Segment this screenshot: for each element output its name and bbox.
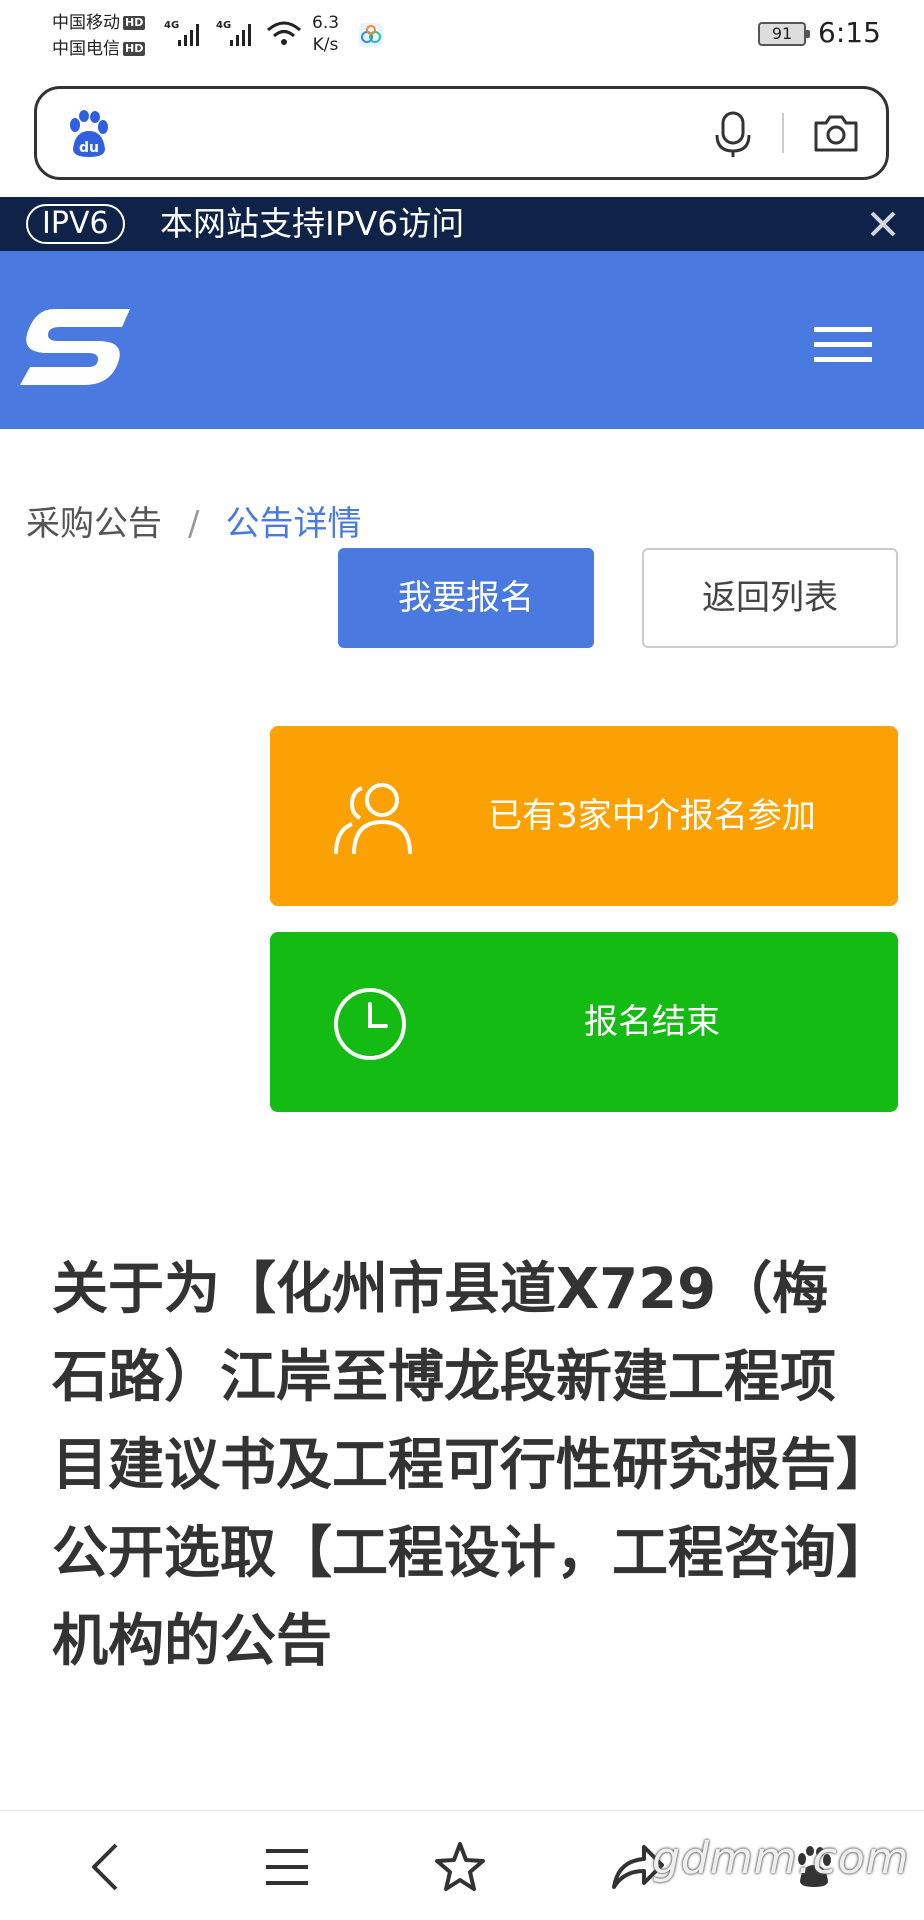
search-divider: [782, 113, 784, 153]
breadcrumb: 采购公告 / 公告详情: [26, 496, 361, 552]
status-bar: 中国移动 HD 中国电信 HD 4G 4G 6.3 K/s 91 6:15: [0, 0, 924, 74]
ipv6-badge: IPV6: [26, 204, 125, 244]
network-type-1: 4G: [164, 20, 179, 31]
clock-icon: [334, 988, 406, 1060]
breadcrumb-item-procurement[interactable]: 采购公告: [26, 504, 162, 544]
carrier-1: 中国移动: [52, 13, 120, 33]
search-bar[interactable]: du: [34, 86, 889, 180]
carrier-2: 中国电信: [52, 39, 120, 59]
microphone-icon[interactable]: [713, 111, 753, 159]
network-speed: 6.3 K/s: [312, 12, 339, 56]
signal-icon: 4G: [216, 20, 251, 46]
battery-indicator: 91: [758, 22, 810, 46]
registration-status-text: 报名结束: [584, 1002, 720, 1042]
network-type-2: 4G: [216, 20, 231, 31]
bottom-navigation: gdmm.com: [0, 1810, 924, 1920]
carrier-info: 中国移动 HD 中国电信 HD: [52, 10, 146, 62]
close-icon[interactable]: [866, 207, 900, 241]
register-button[interactable]: 我要报名: [338, 548, 594, 648]
hamburger-menu-icon[interactable]: [814, 325, 872, 365]
registration-status-card: 报名结束: [270, 932, 898, 1112]
back-icon[interactable]: [86, 1841, 126, 1893]
breadcrumb-separator: /: [188, 504, 200, 544]
menu-icon[interactable]: [264, 1841, 310, 1893]
svg-text:du: du: [79, 140, 99, 156]
clock: 6:15: [818, 16, 881, 49]
ipv6-text: 本网站支持IPV6访问: [160, 204, 465, 243]
watermark: gdmm.com: [652, 1833, 910, 1884]
speed-value: 6.3: [312, 13, 340, 33]
ipv6-banner: IPV6 本网站支持IPV6访问: [0, 197, 924, 251]
speed-unit: K/s: [312, 35, 339, 55]
camera-icon[interactable]: [813, 113, 859, 153]
wifi-icon: [267, 21, 301, 45]
back-to-list-button[interactable]: 返回列表: [642, 548, 898, 648]
hd-badge: HD: [123, 16, 146, 30]
participants-card: 已有3家中介报名参加: [270, 726, 898, 906]
site-header: [0, 251, 924, 429]
star-icon[interactable]: [434, 1841, 486, 1893]
app-notification-icon: [359, 23, 383, 47]
baidu-paw-icon: du: [70, 110, 108, 157]
breadcrumb-item-detail[interactable]: 公告详情: [225, 504, 361, 544]
participants-text: 已有3家中介报名参加: [488, 796, 816, 836]
signal-icon: 4G: [164, 20, 199, 46]
hd-badge: HD: [123, 42, 146, 56]
site-logo[interactable]: [18, 305, 132, 389]
article-title: 关于为【化州市县道X729（梅石路）江岸至博龙段新建工程项目建议书及工程可行性研…: [52, 1257, 864, 1674]
